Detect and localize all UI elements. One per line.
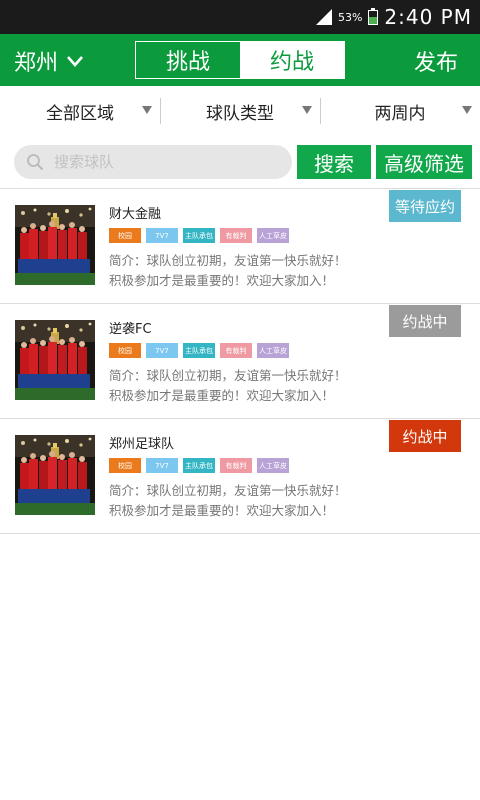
- search-icon: [27, 154, 44, 171]
- tag-badge: 有裁判: [220, 228, 252, 243]
- team-card[interactable]: 郑州足球队 校园 7V7 主队承包 有裁判 人工草皮 简介：球队创立初期，友谊第…: [0, 419, 480, 534]
- tag-badge: 人工草皮: [257, 343, 289, 358]
- tag-badge: 7V7: [146, 228, 178, 243]
- search-button[interactable]: 搜索: [297, 145, 371, 179]
- filter-time-label: 两周内: [374, 103, 426, 124]
- filter-team-type[interactable]: 球队类型: [160, 86, 320, 136]
- filter-area-label: 全部区域: [46, 103, 114, 124]
- team-description-line: 积极参加才是最重要的！欢迎大家加入！: [109, 388, 335, 403]
- advanced-filter-button[interactable]: 高级筛选: [376, 145, 472, 179]
- team-description-line: 积极参加才是最重要的！欢迎大家加入！: [109, 273, 335, 288]
- team-card[interactable]: 逆袭FC 校园 7V7 主队承包 有裁判 人工草皮 简介：球队创立初期，友谊第一…: [0, 304, 480, 419]
- tag-badge: 7V7: [146, 343, 178, 358]
- triangle-down-icon: [462, 106, 472, 114]
- filter-area[interactable]: 全部区域: [0, 86, 160, 136]
- team-description-line: 简介：球队创立初期，友谊第一快乐就好！: [109, 483, 347, 498]
- team-tags: 校园 7V7 主队承包 有裁判 人工草皮: [109, 343, 289, 358]
- status-badge[interactable]: 等待应约: [389, 190, 461, 222]
- search-row: 搜索 高级筛选: [0, 136, 480, 186]
- triangle-down-icon: [142, 106, 152, 114]
- tag-badge: 校园: [109, 458, 141, 473]
- battery-percent: 53%: [337, 10, 363, 24]
- battery-icon: [368, 7, 379, 25]
- team-description: 简介：球队创立初期，友谊第一快乐就好！ 积极参加才是最重要的！欢迎大家加入！: [109, 251, 347, 291]
- filter-time[interactable]: 两周内: [320, 86, 480, 136]
- city-selector[interactable]: 郑州: [14, 45, 84, 77]
- team-list: 财大金融 校园 7V7 主队承包 有裁判 人工草皮 简介：球队创立初期，友谊第一…: [0, 188, 480, 534]
- tag-badge: 人工草皮: [257, 458, 289, 473]
- team-name: 郑州足球队: [109, 437, 175, 452]
- team-description: 简介：球队创立初期，友谊第一快乐就好！ 积极参加才是最重要的！欢迎大家加入！: [109, 366, 347, 406]
- team-tags: 校园 7V7 主队承包 有裁判 人工草皮: [109, 458, 289, 473]
- team-description-line: 简介：球队创立初期，友谊第一快乐就好！: [109, 253, 347, 268]
- tag-badge: 主队承包: [183, 228, 215, 243]
- tag-badge: 有裁判: [220, 343, 252, 358]
- city-label: 郑州: [14, 51, 59, 76]
- team-photo: [15, 320, 95, 400]
- status-bar: 53% 2:40 PM: [0, 0, 480, 34]
- top-bar: 郑州 挑战 约战 发布: [0, 34, 480, 86]
- team-photo: [15, 205, 95, 285]
- team-name: 逆袭FC: [109, 322, 152, 337]
- team-description: 简介：球队创立初期，友谊第一快乐就好！ 积极参加才是最重要的！欢迎大家加入！: [109, 481, 347, 521]
- team-description-line: 简介：球队创立初期，友谊第一快乐就好！: [109, 368, 347, 383]
- publish-button[interactable]: 发布: [414, 45, 458, 77]
- status-badge[interactable]: 约战中: [389, 305, 461, 337]
- search-box: [14, 145, 292, 179]
- clock: 2:40 PM: [384, 5, 472, 29]
- search-input[interactable]: [52, 152, 256, 172]
- status-badge[interactable]: 约战中: [389, 420, 461, 452]
- chevron-down-icon: [67, 56, 83, 67]
- signal-icon: [315, 9, 332, 25]
- mode-switch: 挑战 约战: [135, 41, 345, 79]
- team-photo: [15, 435, 95, 515]
- tag-badge: 7V7: [146, 458, 178, 473]
- tag-badge: 主队承包: [183, 343, 215, 358]
- filter-bar: 全部区域 球队类型 两周内: [0, 86, 480, 137]
- tab-challenge[interactable]: 挑战: [136, 42, 240, 78]
- filter-team-type-label: 球队类型: [206, 103, 274, 124]
- team-description-line: 积极参加才是最重要的！欢迎大家加入！: [109, 503, 335, 518]
- tag-badge: 人工草皮: [257, 228, 289, 243]
- triangle-down-icon: [302, 106, 312, 114]
- tag-badge: 校园: [109, 228, 141, 243]
- tag-badge: 主队承包: [183, 458, 215, 473]
- tag-badge: 校园: [109, 343, 141, 358]
- tag-badge: 有裁判: [220, 458, 252, 473]
- team-card[interactable]: 财大金融 校园 7V7 主队承包 有裁判 人工草皮 简介：球队创立初期，友谊第一…: [0, 189, 480, 304]
- team-name: 财大金融: [109, 207, 162, 222]
- team-tags: 校园 7V7 主队承包 有裁判 人工草皮: [109, 228, 289, 243]
- tab-match[interactable]: 约战: [240, 42, 344, 78]
